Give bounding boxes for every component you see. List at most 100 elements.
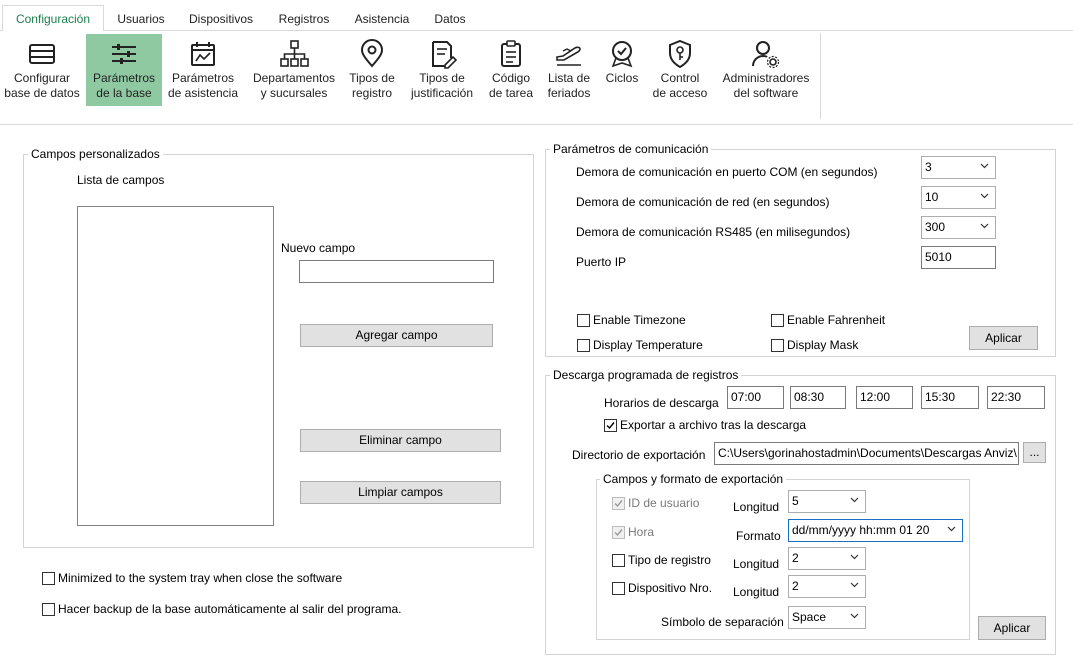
time-label: Hora [628, 525, 655, 539]
comm-params-title: Parámetros de comunicación [550, 142, 712, 156]
ribbon-separator [820, 33, 821, 119]
display-mask-checkbox[interactable] [771, 339, 784, 352]
org-chart-icon [280, 40, 309, 67]
ribbon-configurar-base[interactable]: Configurar base de datos [2, 34, 82, 106]
user-id-length-select[interactable]: 5 [788, 490, 866, 513]
separator-label: Símbolo de separación [661, 615, 784, 629]
ip-port-label: Puerto IP [576, 255, 627, 269]
enable-fahrenheit-checkbox[interactable] [771, 314, 784, 327]
download-apply-button[interactable]: Aplicar [978, 616, 1046, 640]
user-id-label: ID de usuario [628, 496, 700, 510]
field-list-label: Lista de campos [77, 173, 165, 187]
tab-registros[interactable]: Registros [270, 6, 338, 31]
ribbon-tipos-justificacion[interactable]: Tipos de justificación [406, 34, 478, 106]
ribbon-label: Código de tarea [488, 71, 534, 100]
chevron-down-icon [850, 554, 859, 560]
net-delay-select[interactable]: 10 [921, 186, 996, 209]
sliders-icon [112, 44, 136, 64]
export-after-download-checkbox[interactable] [604, 419, 617, 432]
record-type-length-select[interactable]: 2 [788, 547, 866, 570]
ip-port-input[interactable]: 5010 [921, 246, 996, 269]
airplane-icon [556, 46, 581, 66]
device-no-checkbox[interactable] [612, 582, 625, 595]
database-icon [29, 44, 55, 64]
ribbon-label: Administradores del software [722, 71, 810, 100]
format-select[interactable]: dd/mm/yyyy hh:mm 01 20 [788, 519, 963, 542]
ribbon-label: Control de acceso [652, 71, 708, 100]
device-no-length-value: 2 [792, 579, 799, 593]
tab-configuracion[interactable]: Configuración [2, 5, 104, 32]
rs485-delay-value: 300 [925, 220, 946, 234]
ribbon-ciclos[interactable]: Ciclos [600, 34, 644, 106]
com-delay-label: Demora de comunicación en puerto COM (en… [576, 165, 878, 179]
new-field-input[interactable] [299, 260, 494, 283]
format-value: dd/mm/yyyy hh:mm 01 20 [792, 523, 930, 537]
display-temperature-checkbox[interactable] [577, 339, 590, 352]
ribbon-label: Tipos de registro [349, 71, 395, 100]
new-field-label: Nuevo campo [281, 241, 356, 255]
scheduled-download-title: Descarga programada de registros [550, 368, 742, 382]
auto-backup-label: Hacer backup de la base automáticamente … [58, 602, 402, 616]
format-label: Formato [736, 529, 781, 543]
tab-asistencia[interactable]: Asistencia [346, 6, 418, 31]
minimize-tray-label: Minimized to the system tray when close … [58, 571, 343, 585]
browse-button[interactable]: ... [1023, 442, 1046, 463]
tab-datos[interactable]: Datos [426, 6, 474, 31]
separator-value: Space [792, 610, 827, 624]
add-field-button[interactable]: Agregar campo [300, 324, 493, 347]
export-dir-input[interactable]: C:\Users\gorinahostadmin\Documents\Desca… [714, 442, 1019, 465]
checkmark-icon [614, 529, 623, 537]
rs485-delay-select[interactable]: 300 [921, 216, 996, 239]
badge-check-icon [611, 41, 633, 68]
ribbon-control-acceso[interactable]: Control de acceso [650, 34, 710, 106]
key-shield-icon [669, 39, 691, 69]
ribbon-administradores[interactable]: Administradores del software [718, 34, 814, 106]
ribbon-tipos-registro[interactable]: Tipos de registro [344, 34, 400, 106]
tab-usuarios[interactable]: Usuarios [108, 6, 174, 31]
ribbon-lista-feriados[interactable]: Lista de feriados [542, 34, 596, 106]
comm-apply-button[interactable]: Aplicar [969, 326, 1038, 350]
enable-timezone-checkbox[interactable] [577, 314, 590, 327]
chevron-down-icon [980, 193, 989, 199]
checkmark-icon [606, 422, 615, 430]
download-time-5[interactable]: 22:30 [987, 386, 1045, 409]
minimize-tray-checkbox[interactable] [42, 572, 55, 585]
download-time-2[interactable]: 08:30 [790, 386, 846, 409]
chevron-down-icon [980, 223, 989, 229]
device-no-length-label: Longitud [733, 585, 780, 599]
export-dir-label: Directorio de exportación [572, 448, 706, 462]
clear-fields-button[interactable]: Limpiar campos [300, 481, 501, 504]
time-checkbox[interactable] [612, 526, 625, 539]
ribbon-label: Departamentos y sucursales [252, 71, 336, 100]
chevron-down-icon [947, 526, 956, 532]
field-listbox[interactable] [77, 206, 274, 526]
ribbon-label: Parámetros de asistencia [167, 71, 239, 100]
user-id-length-label: Longitud [733, 500, 780, 514]
auto-backup-checkbox[interactable] [42, 603, 55, 616]
download-time-1[interactable]: 07:00 [727, 386, 784, 409]
record-type-label: Tipo de registro [628, 553, 711, 567]
separator-select[interactable]: Space [788, 606, 866, 629]
main-tab-bar: Configuración Usuarios Dispositivos Regi… [0, 0, 1073, 32]
checkmark-icon [614, 500, 623, 508]
ribbon-parametros-base[interactable]: Parámetros de la base [86, 34, 162, 106]
ribbon-departamentos[interactable]: Departamentos y sucursales [248, 34, 340, 106]
download-time-4[interactable]: 15:30 [921, 386, 979, 409]
download-time-3[interactable]: 12:00 [856, 386, 913, 409]
ribbon-codigo-tarea[interactable]: Código de tarea [484, 34, 538, 106]
calendar-chart-icon [191, 42, 215, 66]
device-no-length-select[interactable]: 2 [788, 575, 866, 598]
chevron-down-icon [980, 163, 989, 169]
delete-field-button[interactable]: Eliminar campo [300, 429, 501, 452]
com-delay-select[interactable]: 3 [921, 156, 996, 179]
record-type-checkbox[interactable] [612, 554, 625, 567]
com-delay-value: 3 [925, 160, 932, 174]
ribbon-toolbar: Configurar base de datos Parámetros de l… [0, 31, 1073, 125]
tab-dispositivos[interactable]: Dispositivos [180, 6, 262, 31]
display-temperature-label: Display Temperature [593, 338, 703, 352]
user-id-checkbox[interactable] [612, 497, 625, 510]
location-pin-icon [360, 39, 384, 68]
chevron-down-icon [850, 497, 859, 503]
net-delay-value: 10 [925, 190, 939, 204]
ribbon-parametros-asistencia[interactable]: Parámetros de asistencia [166, 34, 240, 106]
